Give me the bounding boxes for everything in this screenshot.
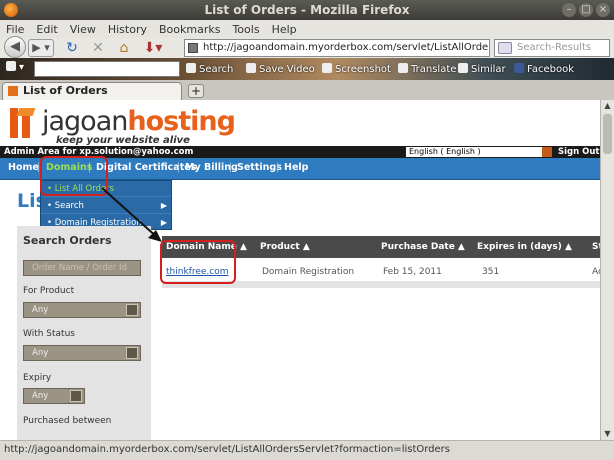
scroll-down-icon[interactable]: ▼ [601, 428, 614, 440]
menu-edit[interactable]: Edit [36, 23, 57, 36]
toolbar-screenshot[interactable]: Screenshot [322, 63, 391, 75]
search-orders-panel: Search Orders Order Name / Order Id For … [17, 226, 151, 440]
status-select[interactable]: Any [23, 345, 141, 361]
chevron-updown-icon [70, 390, 82, 402]
search-engine-icon[interactable] [498, 42, 512, 54]
logo-mark-icon [8, 106, 40, 140]
signout-link[interactable]: Sign Out [558, 146, 599, 158]
order-name-input[interactable]: Order Name / Order Id [23, 260, 141, 276]
reload-icon[interactable]: ↻ [64, 39, 80, 57]
search-placeholder: Search-Results [517, 42, 592, 53]
menu-history[interactable]: History [108, 23, 147, 36]
chevron-down-icon [542, 147, 552, 157]
new-tab-button[interactable]: + [188, 84, 204, 98]
toolbar-save-video[interactable]: Save Video [246, 63, 315, 75]
logo-tagline: keep your website alive [56, 135, 190, 146]
col-purchase-date[interactable]: Purchase Date ▲ [381, 242, 465, 252]
forward-button[interactable]: ▶ ▾ [28, 39, 54, 57]
menu-view[interactable]: View [70, 23, 96, 36]
menu-bookmarks[interactable]: Bookmarks [159, 23, 220, 36]
download-icon[interactable]: ⬇▾ [142, 39, 164, 57]
nav-home[interactable]: Home [8, 162, 39, 173]
language-select[interactable]: English ( English ) [406, 147, 552, 157]
col-product[interactable]: Product ▲ [260, 242, 310, 252]
tab-label: List of Orders [23, 84, 108, 97]
scroll-up-icon[interactable]: ▲ [601, 100, 614, 112]
window-title: List of Orders - Mozilla Firefox [204, 3, 410, 17]
nav-help[interactable]: Help [284, 162, 308, 173]
addon-toolbar: ▾ Search Save Video Screenshot Translate… [0, 58, 614, 80]
site-favicon [188, 43, 198, 53]
status-label: With Status [23, 329, 75, 339]
row-status: Ac [592, 267, 600, 277]
col-expires[interactable]: Expires in (days) ▲ [477, 242, 572, 252]
chevron-updown-icon [126, 304, 138, 316]
search-input[interactable]: Search-Results [494, 39, 610, 57]
nav-digital-certificates[interactable]: Digital Certificates [96, 162, 196, 173]
annotation-arrow-icon [101, 187, 162, 242]
browser-window: List of Orders - Mozilla Firefox – □ × F… [0, 0, 614, 460]
toolbar-similar[interactable]: Similar [458, 63, 506, 75]
back-button[interactable]: ◀ [4, 36, 26, 58]
status-bar: http://jagoandomain.myorderbox.com/servl… [0, 440, 614, 460]
tab-strip: List of Orders + [0, 80, 614, 100]
vertical-scrollbar[interactable]: ▲ ▼ [600, 100, 614, 440]
row-purchase-date: Feb 15, 2011 [383, 267, 442, 277]
title-bar: List of Orders - Mozilla Firefox – □ × [0, 0, 614, 20]
toolbar-search[interactable]: Search [186, 63, 233, 75]
row-expires: 351 [482, 267, 500, 277]
maximize-icon[interactable]: □ [579, 3, 593, 17]
addon-menu-icon[interactable]: ▾ [6, 61, 24, 73]
expiry-label: Expiry [23, 373, 52, 383]
row-product: Domain Registration [262, 267, 355, 277]
menu-bar: File Edit View History Bookmarks Tools H… [0, 20, 614, 38]
col-status[interactable]: St [592, 242, 600, 252]
chevron-updown-icon [126, 347, 138, 359]
scroll-thumb[interactable] [603, 114, 612, 154]
toolbar-facebook[interactable]: Facebook [514, 63, 574, 75]
product-select[interactable]: Any [23, 302, 141, 318]
url-bar[interactable]: http://jagoandomain.myorderbox.com/servl… [184, 39, 490, 57]
product-label: For Product [23, 286, 75, 296]
home-icon[interactable]: ⌂ [116, 39, 132, 57]
purchased-label: Purchased between [23, 416, 112, 426]
url-text: http://jagoandomain.myorderbox.com/servl… [203, 42, 490, 53]
highlight-domains-box [40, 156, 108, 196]
minimize-icon[interactable]: – [562, 3, 576, 17]
close-icon[interactable]: × [596, 3, 610, 17]
menu-file[interactable]: File [6, 23, 24, 36]
tab-list-of-orders[interactable]: List of Orders [2, 82, 182, 100]
addon-search-input[interactable] [34, 61, 180, 77]
search-orders-title: Search Orders [23, 234, 112, 247]
page-content: jagoanhosting keep your website alive Ad… [0, 100, 600, 440]
highlight-domain-box [160, 240, 236, 284]
menu-tools[interactable]: Tools [232, 23, 259, 36]
tab-favicon [8, 86, 18, 96]
expiry-select[interactable]: Any [23, 388, 85, 404]
toolbar-translate[interactable]: Translate [398, 63, 456, 75]
stop-icon[interactable]: ✕ [90, 39, 106, 57]
navigation-toolbar: ◀ ▶ ▾ ↻ ✕ ⌂ ⬇▾ http://jagoandomain.myord… [0, 36, 614, 58]
logo-wordmark: jagoanhosting [42, 106, 236, 137]
menu-help[interactable]: Help [272, 23, 297, 36]
